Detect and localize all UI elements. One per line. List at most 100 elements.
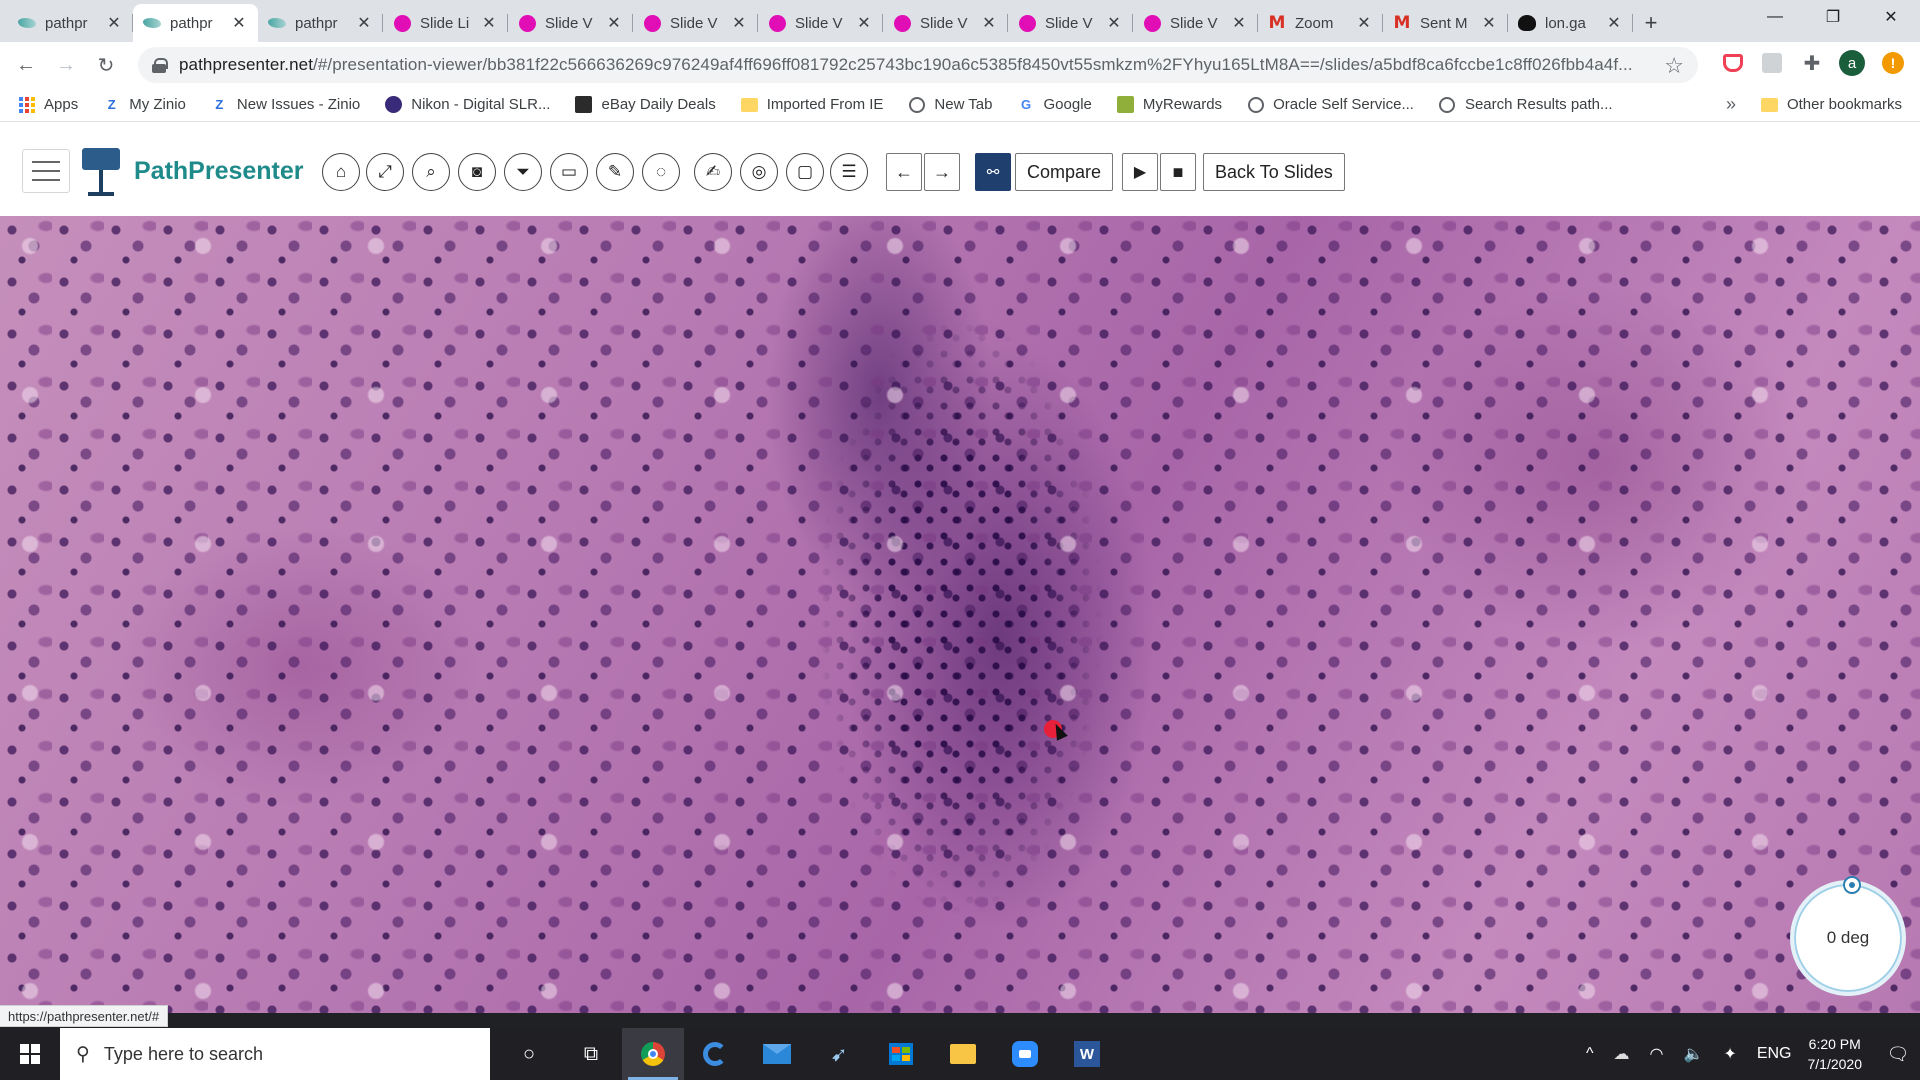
browser-tab[interactable]: pathpr ✕ (133, 4, 258, 42)
pocket-extension-icon[interactable] (1718, 48, 1748, 78)
url-text[interactable]: pathpresenter.net/#/presentation-viewer/… (179, 55, 1659, 75)
minimize-button[interactable]: — (1746, 0, 1804, 34)
globe-icon (908, 96, 925, 113)
tab-close-icon[interactable]: ✕ (355, 13, 373, 33)
tab-close-icon[interactable]: ✕ (1605, 13, 1623, 33)
fullscreen-button[interactable]: ⤢ (366, 153, 404, 191)
cortana-button[interactable]: ○ (498, 1028, 560, 1080)
tray-overflow-chevron-icon[interactable]: ^ (1586, 1045, 1594, 1063)
taskbar-word[interactable]: W (1056, 1028, 1118, 1080)
dropbox-icon[interactable]: ✦ (1723, 1044, 1736, 1064)
start-button[interactable] (0, 1028, 60, 1080)
browser-tab[interactable]: lon.ga ✕ (1508, 4, 1633, 42)
tab-close-icon[interactable]: ✕ (230, 13, 248, 33)
tab-close-icon[interactable]: ✕ (855, 13, 873, 33)
tab-close-icon[interactable]: ✕ (105, 13, 123, 33)
taskbar-search[interactable]: ⚲ Type here to search (60, 1028, 490, 1080)
compare-button[interactable]: Compare (1015, 153, 1114, 191)
taskbar-chrome[interactable] (622, 1028, 684, 1080)
square-button[interactable]: ▢ (786, 153, 824, 191)
address-bar[interactable]: pathpresenter.net/#/presentation-viewer/… (138, 47, 1698, 83)
browser-tab[interactable]: pathpr ✕ (258, 4, 383, 42)
bookmark-item[interactable]: Search Results path... (1439, 96, 1613, 113)
slide-favicon-icon (518, 14, 536, 32)
taskbar-edge[interactable] (684, 1028, 746, 1080)
bookmarks-overflow-chevron-icon[interactable]: » (1726, 94, 1736, 115)
browser-tab[interactable]: M Sent M ✕ (1383, 4, 1508, 42)
taskbar-store[interactable] (870, 1028, 932, 1080)
new-tab-button[interactable]: + (1633, 4, 1669, 42)
bookmark-item[interactable]: eBay Daily Deals (575, 96, 716, 113)
bookmark-item[interactable]: New Tab (908, 96, 993, 113)
browser-tab[interactable]: Slide V ✕ (1008, 4, 1133, 42)
previous-slide-button[interactable]: ← (886, 153, 922, 191)
volume-icon[interactable]: 🔈 (1684, 1044, 1704, 1064)
record-video-button[interactable]: ▶ (1122, 153, 1158, 191)
target-button[interactable]: ◎ (740, 153, 778, 191)
tab-close-icon[interactable]: ✕ (1355, 13, 1373, 33)
browser-tab[interactable]: M Zoom ✕ (1258, 4, 1383, 42)
back-button[interactable]: ← (6, 45, 46, 85)
taskbar-file-explorer[interactable] (932, 1028, 994, 1080)
tab-close-icon[interactable]: ✕ (1105, 13, 1123, 33)
next-slide-button[interactable]: → (924, 153, 960, 191)
bookmark-label: New Tab (934, 96, 993, 113)
taskbar-app[interactable]: ➹ (808, 1028, 870, 1080)
bookmark-item[interactable]: Apps (18, 96, 78, 113)
browser-tab[interactable]: Slide V ✕ (758, 4, 883, 42)
taskbar-zoom[interactable] (994, 1028, 1056, 1080)
list-button[interactable]: ☰ (830, 153, 868, 191)
browser-tab[interactable]: Slide V ✕ (508, 4, 633, 42)
clock[interactable]: 6:20 PM 7/1/2020 (1808, 1034, 1863, 1074)
bookmark-star-icon[interactable]: ☆ (1664, 53, 1684, 79)
extension-icon[interactable] (1757, 48, 1787, 78)
presentation-button[interactable]: ▭ (550, 153, 588, 191)
stop-button[interactable]: ■ (1160, 153, 1196, 191)
lasso-button[interactable]: ◌ (642, 153, 680, 191)
restore-button[interactable]: ❐ (1804, 0, 1862, 34)
browser-tab[interactable]: Slide V ✕ (883, 4, 1008, 42)
camera-button[interactable]: ◙ (458, 153, 496, 191)
bookmark-item[interactable]: MyRewards (1116, 96, 1222, 113)
task-view-button[interactable]: ⧉ (560, 1028, 622, 1080)
wifi-icon[interactable]: ◠ (1650, 1044, 1664, 1064)
bookmark-item[interactable]: Nikon - Digital SLR... (385, 96, 550, 113)
other-bookmarks[interactable]: Other bookmarks (1760, 96, 1902, 113)
bookmark-item[interactable]: Z My Zinio (103, 96, 186, 113)
tab-close-icon[interactable]: ✕ (730, 13, 748, 33)
back-to-slides-button[interactable]: Back To Slides (1203, 153, 1345, 191)
tab-close-icon[interactable]: ✕ (980, 13, 998, 33)
tab-close-icon[interactable]: ✕ (480, 13, 498, 33)
slide-viewer-canvas[interactable]: 0 deg (0, 216, 1920, 1013)
browser-tab[interactable]: Slide V ✕ (1133, 4, 1258, 42)
extensions-puzzle-icon[interactable]: ✚ (1797, 48, 1827, 78)
menu-hamburger-icon[interactable] (22, 149, 70, 193)
forward-button[interactable]: → (46, 45, 86, 85)
profile-avatar[interactable]: a (1837, 48, 1867, 78)
notification-center-icon[interactable]: 🗨 (1876, 1028, 1920, 1080)
close-window-button[interactable]: ✕ (1862, 0, 1920, 34)
zoom-button[interactable]: ⌕ (412, 153, 450, 191)
rotation-dial[interactable]: 0 deg (1790, 876, 1906, 996)
rotation-handle[interactable] (1843, 876, 1861, 894)
tab-close-icon[interactable]: ✕ (1230, 13, 1248, 33)
browser-tab[interactable]: Slide Li ✕ (383, 4, 508, 42)
bookmark-item[interactable]: Z New Issues - Zinio (211, 96, 360, 113)
bookmark-item[interactable]: Imported From IE (740, 96, 883, 113)
browser-tab[interactable]: Slide V ✕ (633, 4, 758, 42)
tab-close-icon[interactable]: ✕ (1480, 13, 1498, 33)
onedrive-icon[interactable]: ☁ (1614, 1044, 1630, 1064)
pencil-button[interactable]: ✎ (596, 153, 634, 191)
browser-tab[interactable]: pathpr ✕ (8, 4, 133, 42)
reload-button[interactable]: ↻ (86, 45, 126, 85)
bookmark-item[interactable]: G Google (1018, 96, 1092, 113)
annotate-button[interactable]: ✍ (694, 153, 732, 191)
language-indicator[interactable]: ENG (1757, 1045, 1792, 1063)
taskbar-mail[interactable] (746, 1028, 808, 1080)
filter-button[interactable]: ⏷ (504, 153, 542, 191)
home-button[interactable]: ⌂ (322, 153, 360, 191)
update-menu-icon[interactable]: ! (1878, 48, 1908, 78)
link-button[interactable]: ⚯ (975, 153, 1011, 191)
bookmark-item[interactable]: Oracle Self Service... (1247, 96, 1414, 113)
tab-close-icon[interactable]: ✕ (605, 13, 623, 33)
